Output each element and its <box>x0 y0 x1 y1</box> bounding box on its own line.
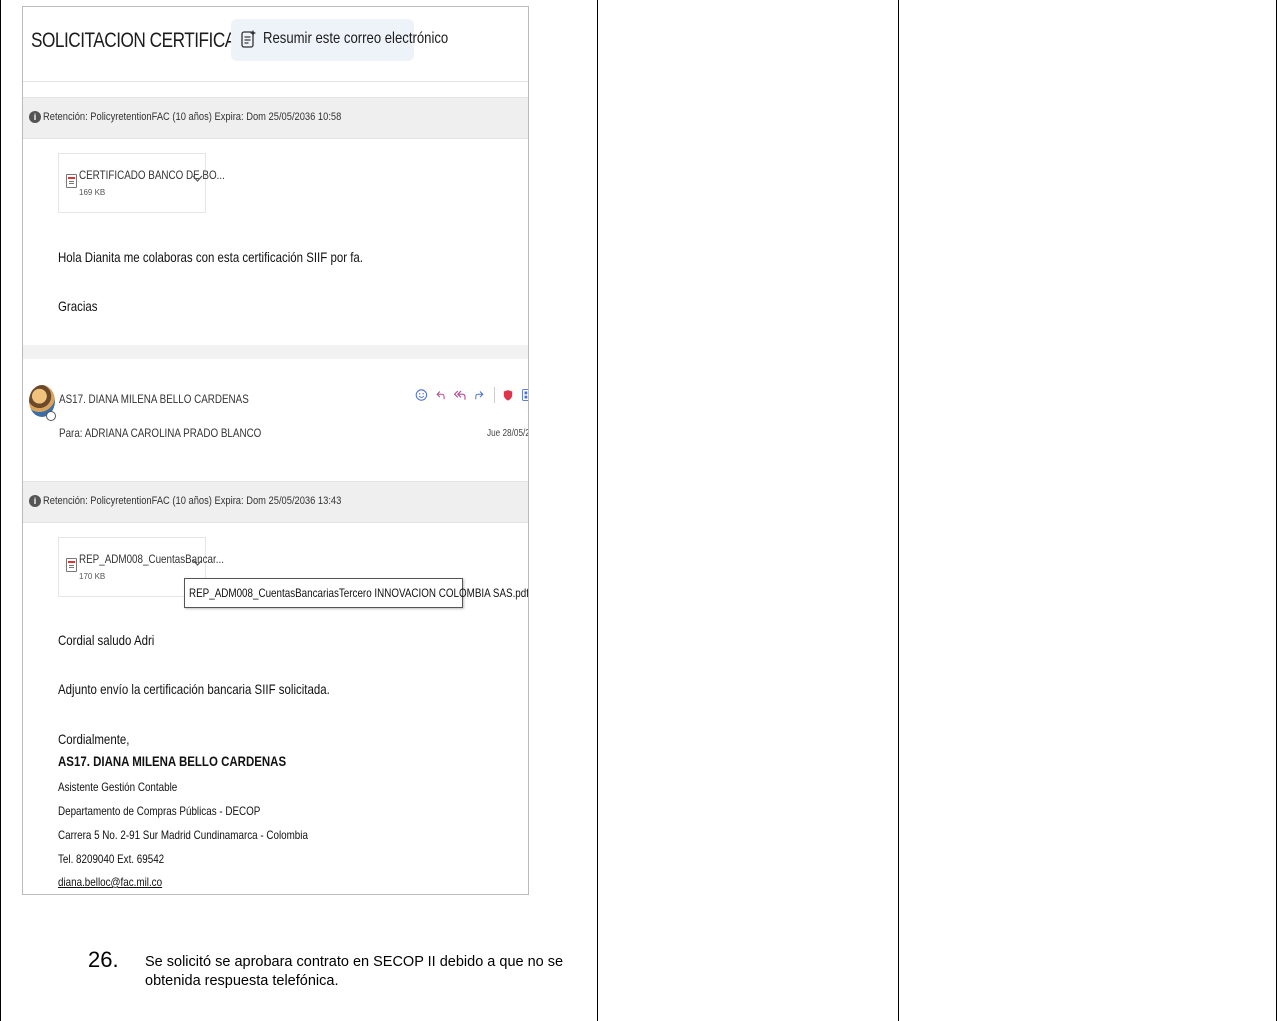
table-border-col2 <box>898 0 899 1021</box>
signature-department: Departamento de Compras Públicas - DECOP <box>58 804 261 818</box>
retention-bar: i Retención: PolicyretentionFAC (10 años… <box>23 97 528 139</box>
message-body-line: Hola Dianita me colaboras con esta certi… <box>58 249 364 265</box>
retention-text: Retención: PolicyretentionFAC (10 años) … <box>43 495 342 507</box>
pdf-file-icon <box>66 174 77 188</box>
chevron-down-icon[interactable] <box>192 558 203 567</box>
react-emoji-icon[interactable] <box>415 385 431 405</box>
message-header: AS17. DIANA MILENA BELLO CARDENAS Para: … <box>23 359 528 469</box>
item-text: Se solicitó se aprobara contrato en SECO… <box>145 954 564 989</box>
table-border-col1 <box>597 0 598 1021</box>
sender-name[interactable]: AS17. DIANA MILENA BELLO CARDENAS <box>59 392 249 406</box>
summarize-label: Resumir este correo electrónico <box>263 30 449 47</box>
info-icon: i <box>29 495 41 507</box>
reply-all-icon[interactable] <box>453 385 469 405</box>
signature-address: Carrera 5 No. 2-91 Sur Madrid Cundinamar… <box>58 828 308 842</box>
message-closing: Cordialmente, <box>58 731 130 747</box>
signature-phone: Tel. 8209040 Ext. 69542 <box>58 852 165 866</box>
message-greeting: Cordial saludo Adri <box>58 632 155 648</box>
tooltip-text: REP_ADM008_CuentasBancariasTercero INNOV… <box>189 586 529 600</box>
message-body-line: Adjunto envío la certificación bancaria … <box>58 681 330 697</box>
shield-icon[interactable] <box>501 385 515 405</box>
item-number: 26. <box>88 947 119 972</box>
forward-icon[interactable] <box>473 385 487 405</box>
signature-email[interactable]: diana.belloc@fac.mil.co <box>58 875 162 889</box>
subject-bar: SOLICITACION CERTIFICACION SIIF Resumir … <box>23 7 528 82</box>
message-divider <box>23 345 528 359</box>
reply-icon[interactable] <box>435 385 449 405</box>
chevron-down-icon[interactable] <box>192 174 203 183</box>
pdf-file-icon <box>66 558 77 572</box>
info-icon: i <box>29 111 41 123</box>
summarize-icon <box>241 30 256 48</box>
attachment-size: 170 KB <box>79 572 106 581</box>
attachment-tooltip: REP_ADM008_CuentasBancariasTercero INNOV… <box>184 578 528 608</box>
retention-text: Retención: PolicyretentionFAC (10 años) … <box>43 111 342 123</box>
email-screenshot: SOLICITACION CERTIFICACION SIIF Resumir … <box>22 6 529 895</box>
message-body-line: Gracias <box>58 298 98 314</box>
recipient-line[interactable]: Para: ADRIANA CAROLINA PRADO BLANCO <box>59 426 261 440</box>
signature-name: AS17. DIANA MILENA BELLO CARDENAS <box>58 753 287 769</box>
retention-bar: i Retención: PolicyretentionFAC (10 años… <box>23 481 528 523</box>
table-border-left <box>0 0 1 1021</box>
attachment-size: 169 KB <box>79 188 106 197</box>
signature-role: Asistente Gestión Contable <box>58 780 178 794</box>
attachment-card[interactable]: CERTIFICADO BANCO DE BO... 169 KB <box>58 153 225 213</box>
message-date: Jue 28/05/20 <box>487 428 528 439</box>
summarize-email-button[interactable]: Resumir este correo electrónico <box>231 19 448 61</box>
toolbar-separator <box>494 387 495 403</box>
apps-grid-icon[interactable] <box>521 385 529 405</box>
presence-status-icon <box>46 411 56 421</box>
